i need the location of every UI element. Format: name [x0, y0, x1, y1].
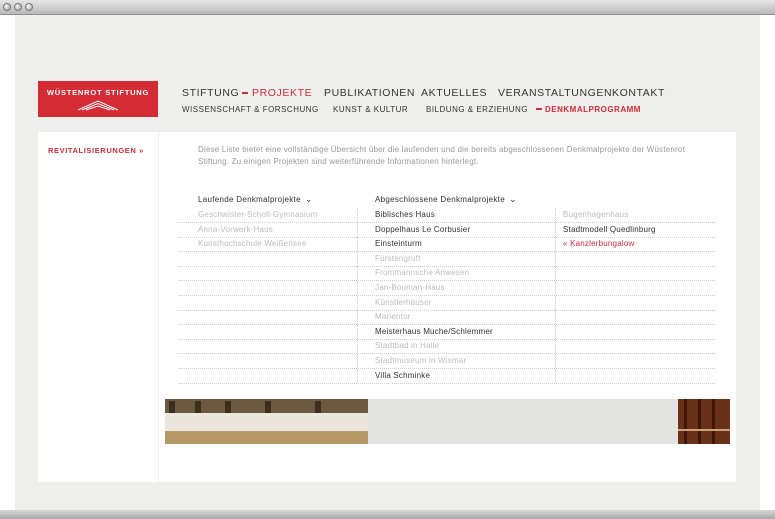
abgeschlossene-header[interactable]: Abgeschlossene Denkmalprojekte ⌄ [375, 194, 517, 205]
table-row: Frommannsche Anwesen [179, 266, 715, 282]
close-window-icon[interactable] [3, 3, 11, 11]
table-row: Kunsthochschule Weißensee Einsteinturm « K… [179, 237, 715, 253]
column-divider [555, 354, 556, 368]
nav-publikationen[interactable]: PUBLIKATIONEN [324, 87, 415, 99]
column-divider [357, 339, 358, 354]
chevron-down-icon: ⌄ [304, 194, 313, 204]
abgeschlossene-project[interactable]: Doppelhaus Le Corbusier [375, 225, 470, 234]
column-divider [555, 251, 556, 266]
nav-stiftung[interactable]: STIFTUNG [182, 87, 239, 99]
sidebar-link-revitalisierungen[interactable]: REVITALISIERUNGEN » [48, 146, 144, 155]
table-row: Stadtbad in Halle [179, 339, 715, 355]
title-bar [0, 0, 775, 15]
site-logo[interactable]: WÜSTENROT STIFTUNG [38, 81, 158, 117]
intro-text: Diese Liste bietet eine vollständige Übe… [198, 145, 686, 166]
abgeschlossene-project[interactable]: Biblisches Haus [375, 210, 435, 219]
column-divider [357, 208, 358, 222]
abgeschlossene-project: Frommannsche Anwesen [375, 268, 470, 278]
column-divider [555, 310, 556, 325]
table-row: Anna-Vorwerk-Haus Doppelhaus Le Corbusier… [179, 222, 715, 238]
laufende-header[interactable]: Laufende Denkmalprojekte ⌄ [198, 194, 313, 205]
laufende-header-label: Laufende Denkmalprojekte [198, 195, 301, 204]
table-row: Marientor [179, 310, 715, 326]
column-divider [555, 339, 556, 354]
abgeschlossene-project-2[interactable]: « Kanzlerbungalow [563, 239, 634, 248]
abgeschlossene-project-2: Bugenhagenhaus [563, 210, 629, 219]
column-divider [357, 354, 358, 368]
abgeschlossene-project-2[interactable]: Stadtmodell Quedlinburg [563, 225, 656, 234]
table-row: Jan-Bouman-Haus [179, 281, 715, 296]
abgeschlossene-project: Stadtbad in Halle [375, 341, 440, 351]
column-divider [555, 324, 556, 339]
column-divider [555, 237, 556, 252]
column-divider [555, 281, 556, 295]
column-divider [357, 281, 358, 295]
subnav-bildung[interactable]: BILDUNG & ERZIEHUNG [426, 105, 528, 114]
project-photo-right [678, 399, 730, 444]
abgeschlossene-project[interactable]: Einsteinturm [375, 239, 422, 248]
nav-aktuelles[interactable]: AKTUELLES [421, 87, 487, 99]
active-marker [536, 108, 542, 110]
abgeschlossene-header-label: Abgeschlossene Denkmalprojekte [375, 195, 505, 204]
column-divider [555, 208, 556, 222]
active-marker [242, 92, 248, 94]
abgeschlossene-project: Künstlerhäuser [375, 297, 432, 307]
project-photo-left [165, 399, 368, 444]
zoom-window-icon[interactable] [25, 3, 33, 11]
chevron-down-icon: ⌄ [508, 194, 517, 204]
logo-text: WÜSTENROT STIFTUNG [46, 88, 150, 97]
bottom-bar [0, 510, 775, 519]
column-divider [555, 222, 556, 237]
nav-veranstaltungen[interactable]: VERANSTALTUNGEN [498, 87, 612, 99]
column-divider [357, 295, 358, 310]
table-row: Künstlerhäuser [179, 295, 715, 311]
photo-strip-placeholder [368, 399, 678, 444]
building-photo-graphic [165, 399, 368, 444]
browser-window: WÜSTENROT STIFTUNG STIFTUNG PROJEKTE PUB… [0, 0, 775, 519]
subnav-denkmalprogramm[interactable]: DENKMALPROGRAMM [545, 105, 641, 114]
abgeschlossene-project: Stadtmuseum in Wismar [375, 356, 467, 365]
column-divider [357, 310, 358, 325]
laufende-project: Anna-Vorwerk-Haus [198, 224, 273, 234]
facade-photo-graphic [678, 399, 730, 444]
column-divider [555, 266, 556, 281]
abgeschlossene-project: Marientor [375, 312, 411, 322]
column-divider [555, 368, 556, 383]
column-divider [357, 266, 358, 281]
column-divider [357, 324, 358, 339]
column-divider [357, 222, 358, 237]
table-row: Fürstengruft [179, 251, 715, 267]
table-row: Geschwister-Scholl-Gymnasium Biblisches H… [179, 208, 715, 223]
sidebar: REVITALISIERUNGEN » [38, 132, 158, 482]
table-row: Meisterhaus Muche/Schlemmer [179, 324, 715, 340]
laufende-project: Kunsthochschule Weißensee [198, 239, 307, 249]
nav-projekte[interactable]: PROJEKTE [252, 87, 312, 99]
laufende-project: Geschwister-Scholl-Gymnasium [198, 210, 318, 219]
table-row: Stadtmuseum in Wismar [179, 354, 715, 369]
subnav-wissenschaft[interactable]: WISSENSCHAFT & FORSCHUNG [182, 105, 319, 114]
nav-kontakt[interactable]: KONTAKT [612, 87, 665, 99]
abgeschlossene-project: Jan-Bouman-Haus [375, 283, 445, 292]
abgeschlossene-project: Fürstengruft [375, 253, 421, 263]
column-divider [357, 251, 358, 266]
minimize-window-icon[interactable] [14, 3, 22, 11]
column-divider [357, 237, 358, 252]
column-divider [357, 368, 358, 383]
column-divider [555, 295, 556, 310]
main-content: Diese Liste bietet eine vollständige Übe… [159, 132, 736, 482]
roof-logo-icon [77, 100, 119, 111]
abgeschlossene-project[interactable]: Villa Schminke [375, 371, 430, 380]
table-row: Villa Schminke [179, 368, 715, 384]
subnav-kunst-kultur[interactable]: KUNST & KULTUR [333, 105, 408, 114]
abgeschlossene-project[interactable]: Meisterhaus Muche/Schlemmer [375, 327, 493, 336]
